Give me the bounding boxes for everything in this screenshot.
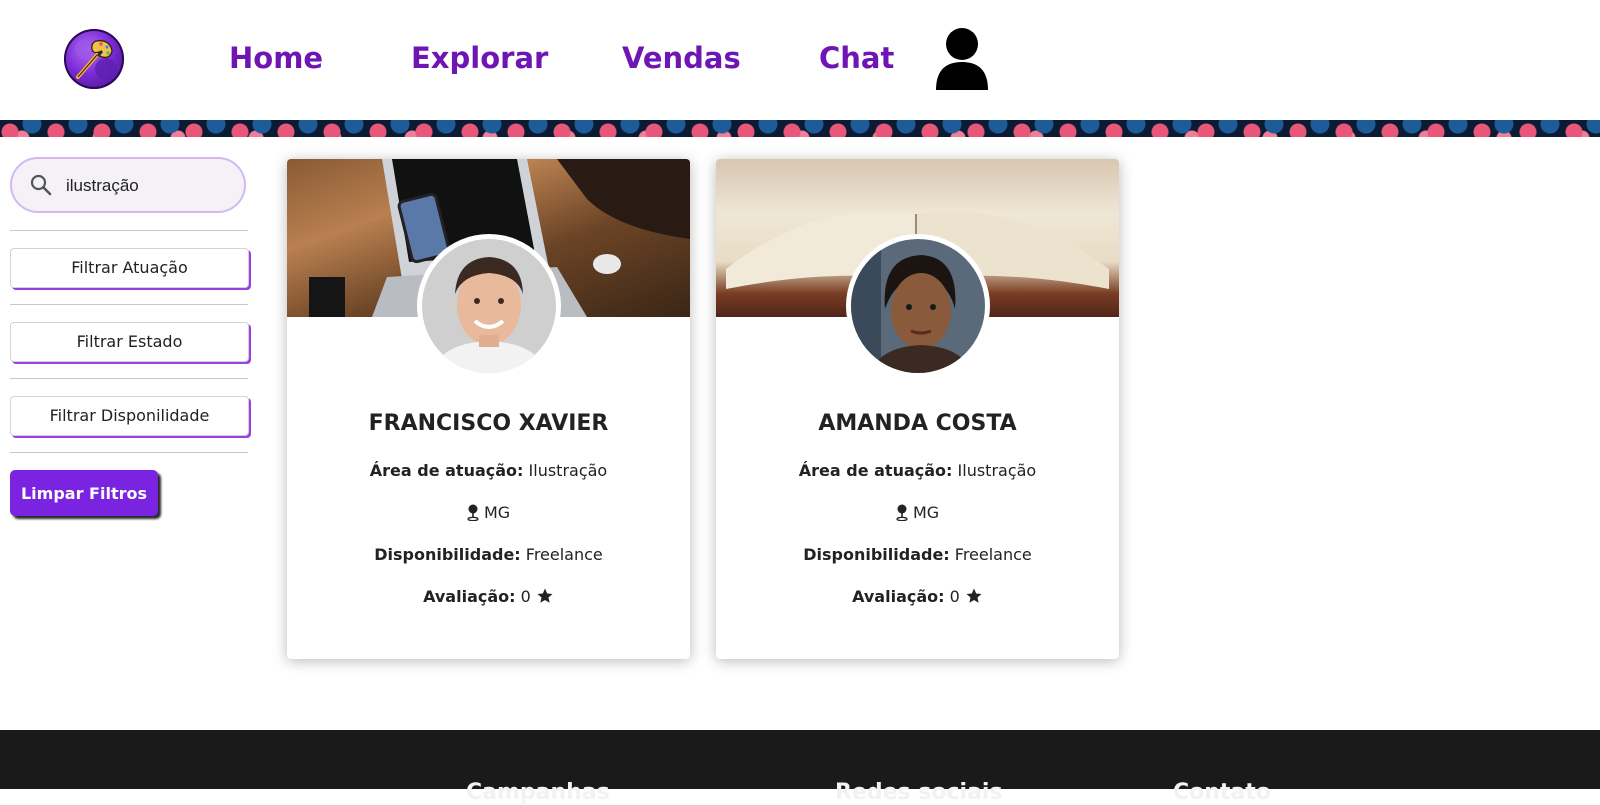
state-value: MG <box>912 503 940 522</box>
footer: Campanhas Redes sociais Contato <box>0 730 1600 805</box>
area-line: Área de atuação: Ilustração <box>287 461 690 480</box>
filter-disponibilidade-button[interactable]: Filtrar Disponilidade <box>10 396 249 436</box>
location-line: MG <box>287 503 690 522</box>
availability-line: Disponibilidade: Freelance <box>716 545 1119 564</box>
profile-name: FRANCISCO XAVIER <box>368 411 609 436</box>
filter-atuacao-button[interactable]: Filtrar Atuação <box>10 248 249 288</box>
nav-chat[interactable]: Chat <box>819 38 894 78</box>
nav-home[interactable]: Home <box>229 38 323 78</box>
availability-value: Freelance <box>525 545 603 564</box>
star-icon <box>537 588 553 603</box>
area-label: Área de atuação: <box>798 461 953 480</box>
footer-column-title: Redes sociais <box>835 780 1003 805</box>
avatar <box>846 234 990 378</box>
availability-label: Disponibilidade: <box>374 545 521 564</box>
search-icon <box>30 174 52 196</box>
rating-value: 0 <box>949 587 960 606</box>
rating-label: Avaliação: <box>852 587 945 606</box>
divider <box>10 452 248 453</box>
user-profile-icon[interactable] <box>934 26 990 92</box>
footer-column-title: Contato <box>1173 780 1271 805</box>
search-bar[interactable] <box>10 157 246 213</box>
nav-explorar[interactable]: Explorar <box>411 38 548 78</box>
clear-filters-button[interactable]: Limpar Filtros <box>10 470 158 516</box>
top-navbar: Home Explorar Vendas Chat <box>0 0 1600 120</box>
brush-palette-icon <box>75 40 117 80</box>
availability-line: Disponibilidade: Freelance <box>287 545 690 564</box>
profile-name: AMANDA COSTA <box>818 411 1017 436</box>
divider <box>10 304 248 305</box>
state-value: MG <box>483 503 511 522</box>
area-line: Área de atuação: Ilustração <box>716 461 1119 480</box>
map-pin-icon <box>896 504 908 521</box>
rating-line: Avaliação: 0 <box>287 587 690 606</box>
area-value: Ilustração <box>957 461 1037 480</box>
area-label: Área de atuação: <box>369 461 524 480</box>
divider <box>10 230 248 231</box>
area-value: Ilustração <box>528 461 608 480</box>
rating-label: Avaliação: <box>423 587 516 606</box>
profile-card[interactable]: AMANDA COSTA Área de atuação: Ilustração… <box>716 159 1119 659</box>
star-icon <box>966 588 982 603</box>
availability-value: Freelance <box>954 545 1032 564</box>
search-input[interactable] <box>64 170 238 202</box>
map-pin-icon <box>467 504 479 521</box>
nav-vendas[interactable]: Vendas <box>622 38 741 78</box>
availability-label: Disponibilidade: <box>803 545 950 564</box>
filter-estado-button[interactable]: Filtrar Estado <box>10 322 249 362</box>
decorative-banner <box>0 120 1600 137</box>
divider <box>10 378 248 379</box>
rating-value: 0 <box>520 587 531 606</box>
avatar <box>417 234 561 378</box>
rating-line: Avaliação: 0 <box>716 587 1119 606</box>
footer-column-title: Campanhas <box>466 780 610 805</box>
location-line: MG <box>716 503 1119 522</box>
profile-card[interactable]: FRANCISCO XAVIER Área de atuação: Ilustr… <box>287 159 690 659</box>
app-logo[interactable] <box>64 29 124 89</box>
